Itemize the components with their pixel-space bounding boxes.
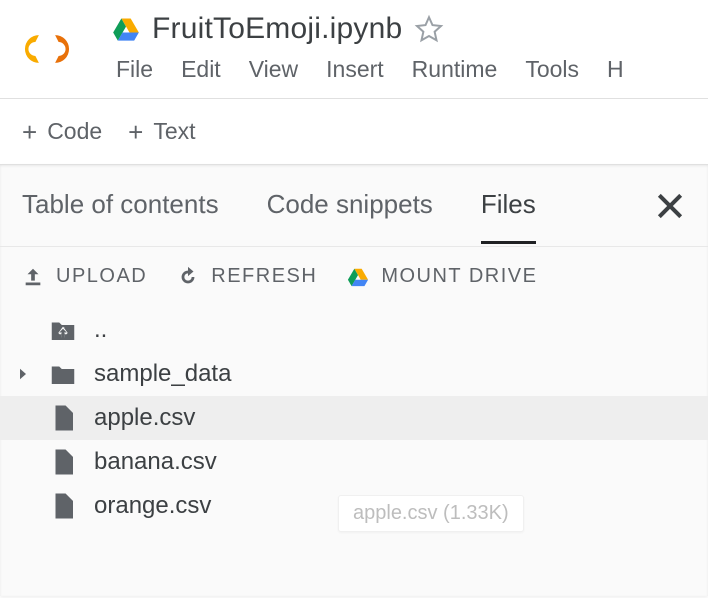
toolbar: + Code + Text [0, 98, 708, 164]
tree-folder-label: sample_data [94, 360, 231, 388]
plus-icon: + [22, 119, 37, 145]
tree-file-label: orange.csv [94, 492, 211, 520]
menu-help[interactable]: H [607, 56, 624, 83]
side-panel: Table of contents Code snippets Files UP… [0, 164, 708, 596]
tab-toc[interactable]: Table of contents [22, 167, 219, 244]
files-actions: UPLOAD REFRESH MOUNT DRIVE [0, 247, 708, 298]
menu-view[interactable]: View [249, 56, 298, 83]
tab-files[interactable]: Files [481, 167, 536, 244]
refresh-label: REFRESH [211, 265, 317, 288]
file-icon [48, 491, 78, 521]
header: FruitToEmoji.ipynb File Edit View Insert… [0, 0, 708, 98]
drive-icon [112, 15, 140, 43]
mount-drive-button[interactable]: MOUNT DRIVE [347, 265, 537, 288]
tree-file-label: apple.csv [94, 404, 195, 432]
menu-bar: File Edit View Insert Runtime Tools H [112, 52, 708, 83]
drive-icon [347, 266, 369, 288]
menu-edit[interactable]: Edit [181, 56, 221, 83]
close-icon[interactable] [654, 190, 686, 222]
panel-tabs: Table of contents Code snippets Files [0, 165, 708, 247]
refresh-icon [177, 266, 199, 288]
add-code-button[interactable]: + Code [22, 118, 102, 145]
file-icon [48, 403, 78, 433]
add-text-label: Text [153, 118, 195, 145]
notebook-title[interactable]: FruitToEmoji.ipynb [152, 12, 402, 46]
colab-logo-icon [18, 20, 76, 78]
tree-up-label: .. [94, 316, 107, 344]
tree-file-banana[interactable]: banana.csv [0, 440, 708, 484]
add-code-label: Code [47, 118, 102, 145]
upload-label: UPLOAD [56, 265, 147, 288]
tree-up[interactable]: .. [0, 308, 708, 352]
file-tree: .. sample_data apple.csv banana.csv [0, 298, 708, 528]
folder-up-icon [48, 315, 78, 345]
file-icon [48, 447, 78, 477]
refresh-button[interactable]: REFRESH [177, 265, 317, 288]
file-tooltip: apple.csv (1.33K) [338, 495, 524, 532]
upload-button[interactable]: UPLOAD [22, 265, 147, 288]
menu-insert[interactable]: Insert [326, 56, 384, 83]
tab-snippets[interactable]: Code snippets [267, 167, 433, 244]
menu-tools[interactable]: Tools [525, 56, 579, 83]
menu-runtime[interactable]: Runtime [412, 56, 498, 83]
mount-drive-label: MOUNT DRIVE [381, 265, 537, 288]
add-text-button[interactable]: + Text [128, 118, 195, 145]
title-row: FruitToEmoji.ipynb [112, 6, 708, 52]
star-icon[interactable] [414, 14, 444, 44]
folder-icon [48, 359, 78, 389]
chevron-right-icon[interactable] [14, 365, 32, 383]
header-main: FruitToEmoji.ipynb File Edit View Insert… [112, 6, 708, 83]
upload-icon [22, 266, 44, 288]
plus-icon: + [128, 119, 143, 145]
tree-file-apple[interactable]: apple.csv [0, 396, 708, 440]
menu-file[interactable]: File [116, 56, 153, 83]
tree-folder-sample-data[interactable]: sample_data [0, 352, 708, 396]
tree-file-label: banana.csv [94, 448, 217, 476]
